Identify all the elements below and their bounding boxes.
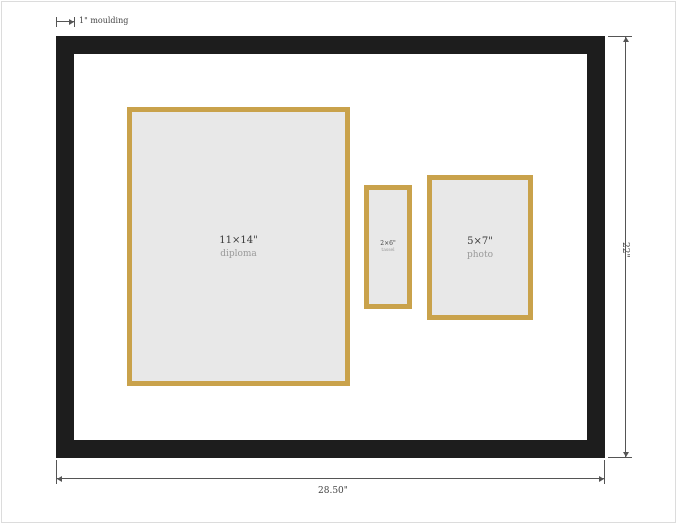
- moulding-tick-left: [56, 17, 57, 27]
- tassel-name-label: tassel: [381, 248, 395, 253]
- moulding-tick-right: [74, 17, 75, 27]
- height-tick-bottom: [608, 457, 632, 458]
- tassel-size-label: 2×6": [380, 240, 396, 247]
- width-dimension-line: [57, 478, 604, 479]
- height-arrow-down: [622, 452, 629, 457]
- width-label: 28.50": [318, 486, 348, 496]
- width-arrow-right: [599, 475, 604, 482]
- diploma-size-label: 11×14": [219, 234, 258, 246]
- photo-size-label: 5×7": [467, 235, 493, 247]
- height-arrow-up: [622, 37, 629, 42]
- diploma-opening: 11×14" diploma: [127, 107, 350, 386]
- diploma-name-label: diploma: [220, 248, 257, 259]
- photo-opening: 5×7" photo: [427, 175, 533, 320]
- moulding-label: 1" moulding: [79, 16, 129, 25]
- moulding-arrow-right: [69, 18, 74, 25]
- width-tick-right: [604, 460, 605, 484]
- photo-name-label: photo: [466, 249, 493, 260]
- height-label: 22": [620, 242, 630, 258]
- width-arrow-left: [57, 475, 62, 482]
- tassel-opening: 2×6" tassel: [364, 185, 412, 309]
